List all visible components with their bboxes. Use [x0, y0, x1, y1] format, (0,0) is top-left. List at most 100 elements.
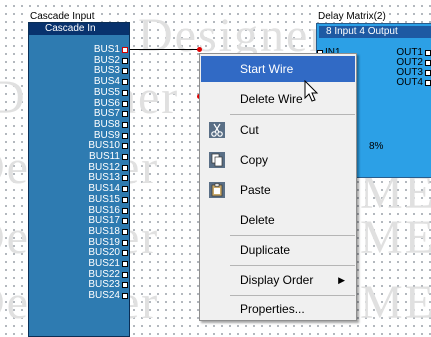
bus-output-pin[interactable] [122, 143, 128, 150]
bus-label: BUS11 [89, 151, 120, 162]
wire-line[interactable] [130, 49, 200, 50]
menu-item-label: Display Order [240, 273, 314, 287]
bus-output-pin[interactable] [122, 175, 128, 182]
mouse-cursor-icon [304, 80, 319, 102]
bus-port-row[interactable]: BUS24 [88, 291, 128, 301]
bus-port-row[interactable]: BUS11 [89, 152, 128, 162]
bus-output-pin[interactable] [122, 100, 128, 107]
bus-port-row[interactable]: BUS23 [88, 280, 128, 290]
bus-output-pin[interactable] [122, 207, 128, 214]
bus-output-pin[interactable] [122, 196, 128, 203]
bus-output-pin[interactable] [122, 47, 128, 53]
output-pin[interactable] [425, 80, 431, 86]
bus-output-pin[interactable] [122, 282, 128, 289]
delay-output-port[interactable]: OUT4 [396, 78, 431, 88]
bus-label: BUS7 [93, 108, 120, 120]
menu-item-start-wire[interactable]: Start Wire [201, 56, 355, 82]
bus-output-pin[interactable] [122, 154, 128, 160]
bus-port-row[interactable]: BUS13 [88, 173, 128, 183]
bus-port-row[interactable]: BUS10 [88, 141, 128, 151]
bus-output-pin[interactable] [122, 164, 128, 171]
bus-port-row[interactable]: BUS3 [94, 66, 128, 76]
menu-item-cut[interactable]: Cut [201, 117, 355, 143]
bus-output-pin[interactable] [122, 57, 128, 64]
bus-output-pin[interactable] [122, 68, 128, 75]
menu-item-label: Paste [240, 183, 271, 197]
bus-port-row[interactable]: BUS8 [93, 118, 128, 130]
bus-label: BUS3 [93, 65, 120, 77]
bus-label: BUS21 [88, 258, 120, 269]
bus-port-row[interactable]: BUS6 [93, 97, 128, 109]
menu-item-copy[interactable]: Copy [201, 147, 355, 173]
cascade-input-title: Cascade Input [28, 11, 97, 22]
menu-item-label: Start Wire [240, 62, 294, 76]
bus-output-pin[interactable] [122, 132, 128, 139]
bus-label: BUS9 [93, 129, 120, 141]
bus-port-row[interactable]: BUS1 [94, 45, 128, 55]
output-pin[interactable] [425, 60, 431, 66]
menu-separator [230, 235, 355, 236]
bus-label: BUS13 [88, 172, 120, 184]
bus-port-row[interactable]: BUS22 [88, 269, 128, 280]
menu-item-properties[interactable]: Properties... [201, 296, 355, 322]
menu-item-label: Cut [240, 123, 259, 137]
bus-output-pin[interactable] [122, 293, 128, 300]
bus-port-row[interactable]: BUS15 [88, 193, 128, 205]
bus-output-pin[interactable] [122, 239, 128, 246]
bus-output-pin[interactable] [122, 121, 128, 128]
bus-label: BUS12 [88, 161, 120, 173]
menu-separator [230, 265, 355, 266]
bus-port-row[interactable]: BUS17 [88, 216, 128, 226]
output-pin[interactable] [425, 70, 431, 76]
menu-separator [230, 114, 355, 115]
bus-port-row[interactable]: BUS18 [88, 225, 128, 237]
menu-item-delete-wire[interactable]: Delete Wire [201, 86, 355, 112]
menu-item-label: Delete Wire [240, 92, 303, 106]
bus-label: BUS15 [88, 193, 120, 205]
output-label: OUT4 [396, 77, 423, 88]
cascade-input-component[interactable]: Cascade In BUS1 BUS2 BUS3 BUS4 BUS5 BUS6 BUS7 B… [28, 22, 130, 337]
bus-output-pin[interactable] [122, 271, 128, 278]
delay-level-readout: 8% [369, 141, 384, 152]
bus-output-pin[interactable] [122, 186, 128, 193]
bus-port-row[interactable]: BUS12 [88, 161, 128, 173]
menu-item-paste[interactable]: Paste [201, 177, 355, 203]
bus-output-pin[interactable] [122, 111, 128, 118]
bus-port-row[interactable]: BUS19 [88, 237, 128, 248]
cascade-in-header: Cascade In [29, 23, 129, 35]
menu-item-duplicate[interactable]: Duplicate [201, 237, 355, 263]
bus-label: BUS17 [88, 215, 120, 227]
me-watermark: ME [360, 276, 431, 329]
bus-port-row[interactable]: BUS9 [93, 129, 128, 141]
wire-start-marker[interactable] [197, 47, 202, 52]
bus-port-row[interactable]: BUS2 [93, 54, 128, 66]
bus-label: BUS6 [93, 97, 120, 109]
bus-output-pin[interactable] [122, 261, 128, 267]
bus-port-row[interactable]: BUS7 [94, 109, 128, 119]
bus-port-row[interactable]: BUS20 [88, 248, 128, 258]
menu-item-delete[interactable]: Delete [201, 207, 355, 233]
bus-output-pin[interactable] [122, 79, 128, 86]
bus-label: BUS4 [93, 76, 120, 88]
menu-item-display-order[interactable]: Display Order ▶ [201, 267, 355, 293]
bus-port-row[interactable]: BUS16 [88, 205, 128, 216]
bus-output-pin[interactable] [122, 89, 128, 96]
bus-port-row[interactable]: BUS14 [88, 184, 128, 194]
bus-label: BUS8 [93, 118, 120, 130]
bus-label: BUS18 [88, 225, 120, 237]
output-pin[interactable] [425, 50, 431, 56]
bus-port-row[interactable]: BUS21 [88, 259, 128, 269]
bus-output-pin[interactable] [122, 228, 128, 235]
context-menu: Start Wire Delete Wire Cut Copy Paste De… [199, 53, 357, 321]
bus-port-row[interactable]: BUS4 [94, 77, 128, 87]
submenu-arrow-icon: ▶ [338, 274, 345, 285]
bus-output-pin[interactable] [122, 250, 128, 257]
delay-matrix-header: 8 Input 4 Output [319, 26, 431, 38]
delay-matrix-title: Delay Matrix(2) [316, 11, 388, 22]
menu-item-label: Properties... [240, 302, 305, 316]
bus-output-pin[interactable] [122, 218, 128, 225]
copy-icon [207, 151, 227, 169]
paste-icon [207, 181, 227, 199]
bus-label: BUS2 [93, 54, 120, 66]
bus-port-row[interactable]: BUS5 [94, 87, 128, 98]
